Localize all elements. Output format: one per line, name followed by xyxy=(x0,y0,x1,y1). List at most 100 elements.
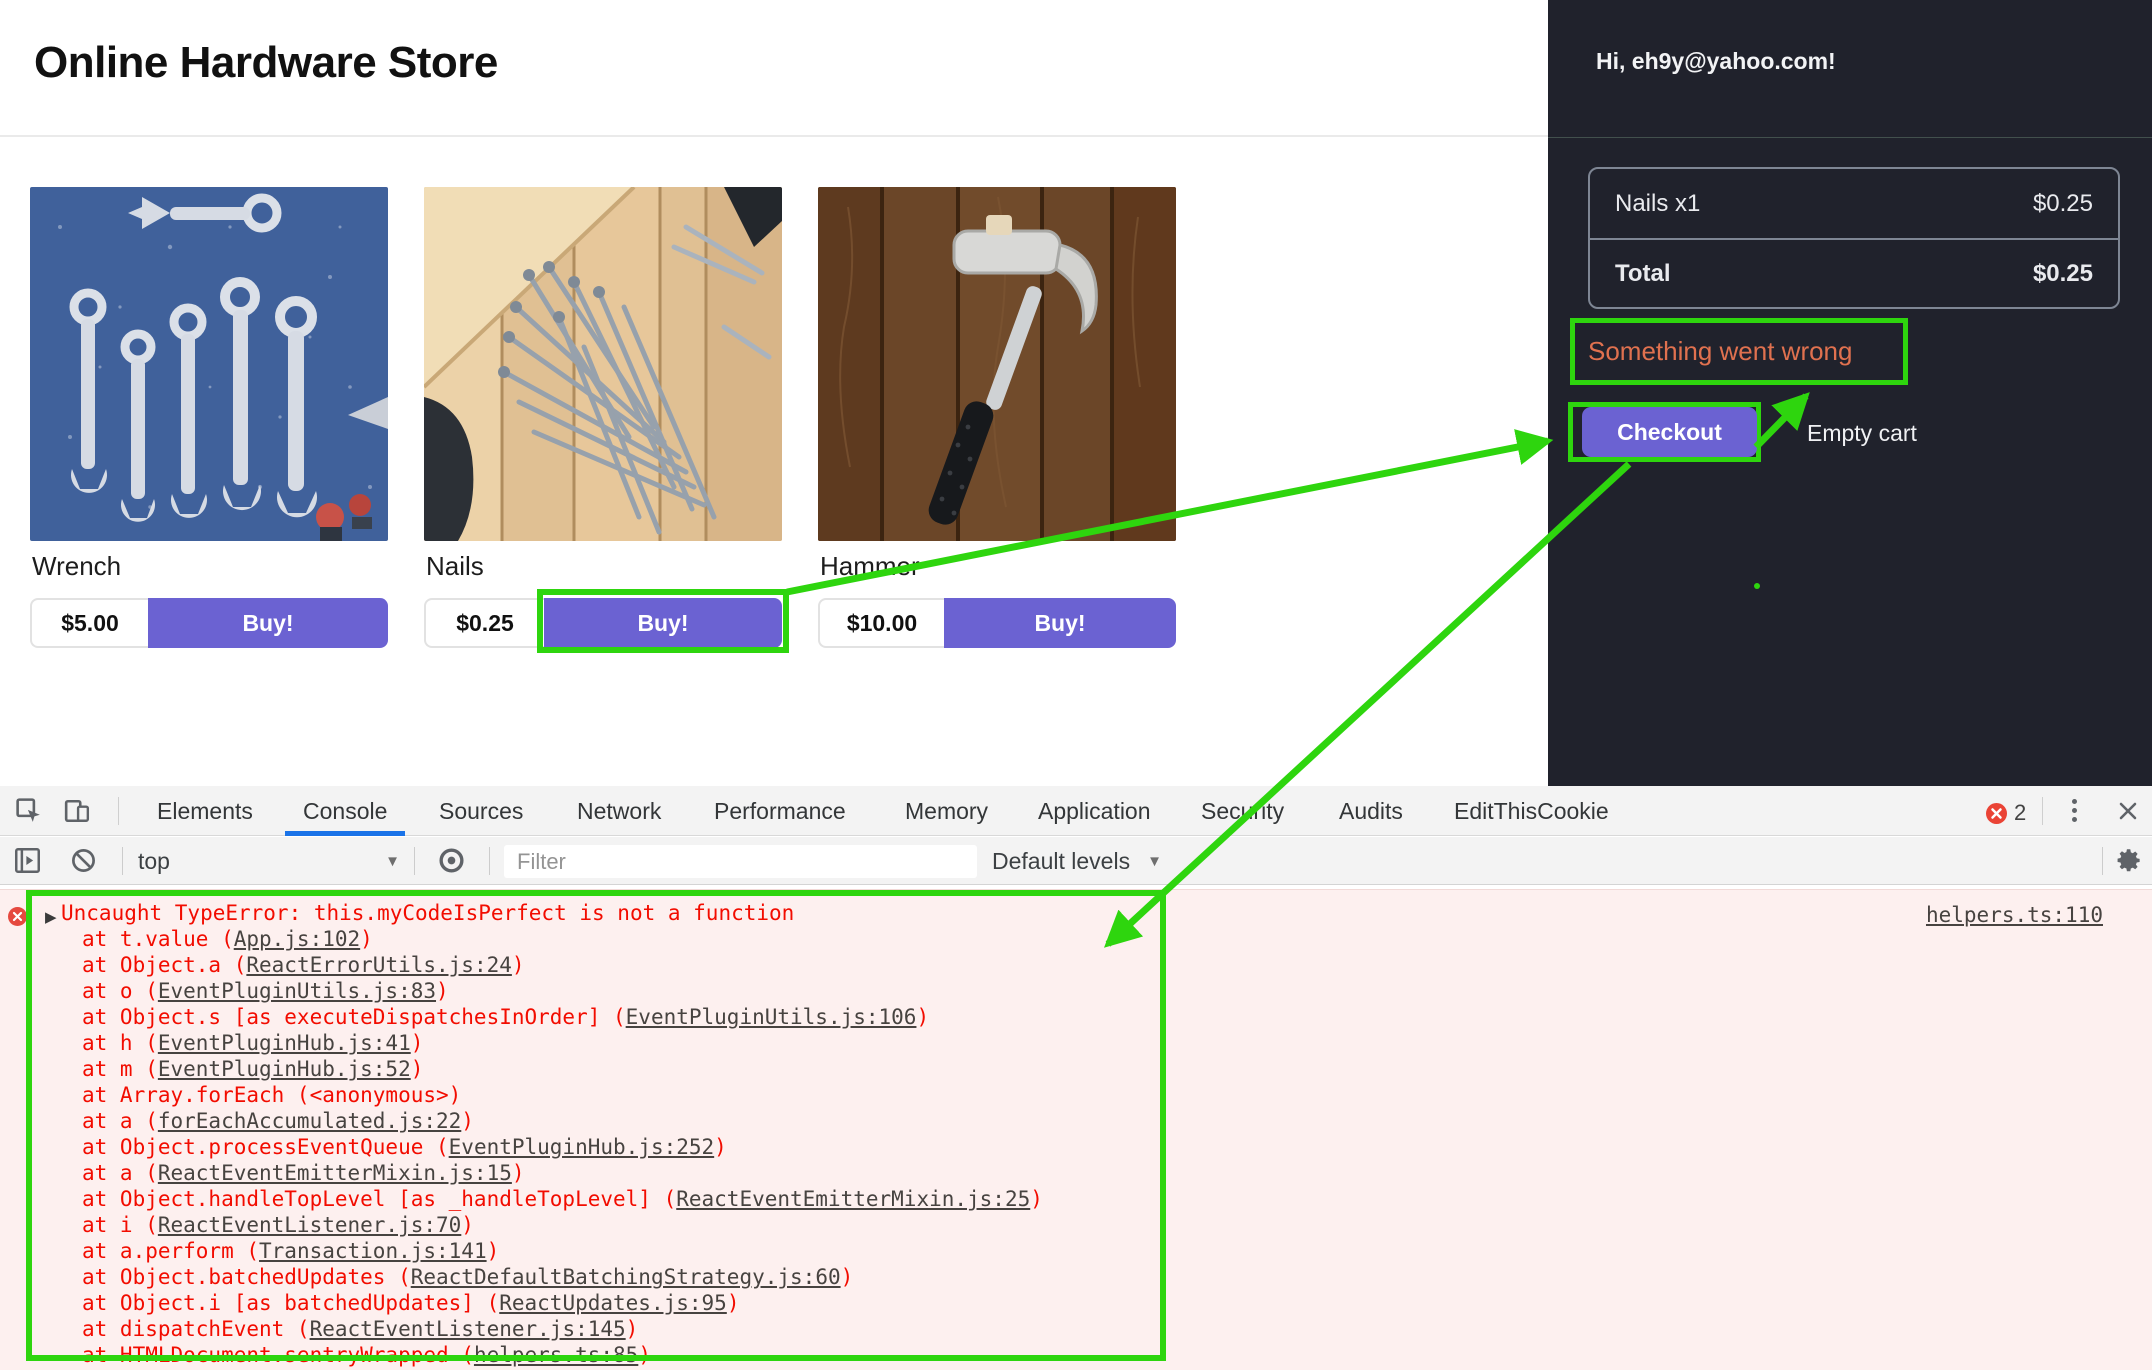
devtools: Elements Console Sources Network Perform… xyxy=(0,786,2152,1370)
stack-frame-source-link[interactable]: EventPluginUtils.js:83 xyxy=(158,979,436,1003)
device-toolbar-icon[interactable] xyxy=(64,798,90,824)
error-source-link[interactable]: helpers.ts:110 xyxy=(1926,902,2103,928)
devtools-menu-icon[interactable] xyxy=(2072,799,2078,822)
toolbar-separator xyxy=(489,847,490,875)
product-name: Hammer xyxy=(820,551,920,582)
stack-frame: at Object.handleTopLevel [as _handleTopL… xyxy=(82,1186,1043,1212)
clear-console-icon[interactable] xyxy=(70,847,97,874)
context-label: top xyxy=(138,848,170,875)
error-count-badge[interactable]: 2 xyxy=(1986,800,2026,826)
buy-button-nails[interactable]: Buy! xyxy=(544,598,782,648)
console-error-icon xyxy=(8,907,27,926)
checkout-button[interactable]: Checkout xyxy=(1582,407,1757,457)
empty-cart-button[interactable]: Empty cart xyxy=(1807,420,1917,447)
tab-console[interactable]: Console xyxy=(303,786,387,836)
console-filter-input[interactable] xyxy=(504,845,977,878)
product-price-row: $5.00 Buy! xyxy=(30,598,388,648)
close-devtools-icon[interactable] xyxy=(2116,799,2140,823)
stack-frame-source-link[interactable]: ReactEventEmitterMixin.js:25 xyxy=(676,1187,1030,1211)
tab-elements[interactable]: Elements xyxy=(157,786,253,836)
product-price-row: $0.25 Buy! xyxy=(424,598,782,648)
stack-frame-source-link[interactable]: EventPluginHub.js:41 xyxy=(158,1031,411,1055)
stack-frame: at Object.batchedUpdates (ReactDefaultBa… xyxy=(82,1264,1043,1290)
execution-context-select[interactable]: top ▼ xyxy=(138,837,400,885)
store-header: Online Hardware Store xyxy=(0,0,1548,137)
product-price: $0.25 xyxy=(424,598,544,648)
stack-frame-source-link[interactable]: App.js:102 xyxy=(234,927,360,951)
tab-security[interactable]: Security xyxy=(1201,786,1284,836)
console-settings-gear-icon[interactable] xyxy=(2116,847,2143,874)
stack-frame-source-link[interactable]: ReactEventListener.js:145 xyxy=(310,1317,626,1341)
toolbar-separator xyxy=(122,847,123,875)
console-stack-trace: at t.value (App.js:102)at Object.a (Reac… xyxy=(82,926,1043,1368)
tab-sources[interactable]: Sources xyxy=(439,786,523,836)
chevron-down-icon: ▼ xyxy=(1147,853,1162,870)
tab-performance[interactable]: Performance xyxy=(714,786,846,836)
cart-total-label: Total xyxy=(1615,260,1671,288)
stack-frame-source-link[interactable]: EventPluginHub.js:252 xyxy=(449,1135,715,1159)
stack-frame: at Object.a (ReactErrorUtils.js:24) xyxy=(82,952,1043,978)
buy-button-wrench[interactable]: Buy! xyxy=(148,598,388,648)
stack-frame-source-link[interactable]: EventPluginHub.js:52 xyxy=(158,1057,411,1081)
tab-audits[interactable]: Audits xyxy=(1339,786,1403,836)
stack-frame: at m (EventPluginHub.js:52) xyxy=(82,1056,1043,1082)
stack-frame-source-link[interactable]: ReactUpdates.js:95 xyxy=(499,1291,727,1315)
tabbar-separator xyxy=(2042,797,2043,825)
stack-frame: at Object.processEventQueue (EventPlugin… xyxy=(82,1134,1043,1160)
product-card-nails: Nails $0.25 Buy! xyxy=(424,187,782,541)
stack-frame: at i (ReactEventListener.js:70) xyxy=(82,1212,1043,1238)
user-greeting: Hi, eh9y@yahoo.com! xyxy=(1596,48,1836,75)
log-levels-dropdown[interactable]: Default levels ▼ xyxy=(992,837,1162,885)
stack-frame-source-link[interactable]: ReactErrorUtils.js:24 xyxy=(246,953,512,977)
cart-table: Nails x1 $0.25 Total $0.25 xyxy=(1588,167,2120,309)
stack-frame: at a (ReactEventEmitterMixin.js:15) xyxy=(82,1160,1043,1186)
stack-frame: at h (EventPluginHub.js:41) xyxy=(82,1030,1043,1056)
stack-frame: at dispatchEvent (ReactEventListener.js:… xyxy=(82,1316,1043,1342)
console-messages: ▶ Uncaught TypeError: this.myCodeIsPerfe… xyxy=(0,885,2152,1370)
cart-item-price: $0.25 xyxy=(2033,190,2093,218)
product-price-row: $10.00 Buy! xyxy=(818,598,1176,648)
product-price: $5.00 xyxy=(30,598,148,648)
tab-editthiscookie[interactable]: EditThisCookie xyxy=(1454,786,1609,836)
toolbar-separator xyxy=(414,847,415,875)
stack-frame: at o (EventPluginUtils.js:83) xyxy=(82,978,1043,1004)
active-tab-underline xyxy=(285,831,405,836)
expand-stack-triangle[interactable]: ▶ xyxy=(45,904,57,930)
console-error-message: Uncaught TypeError: this.myCodeIsPerfect… xyxy=(61,900,794,926)
stack-frame: at Array.forEach (<anonymous>) xyxy=(82,1082,1043,1108)
stray-green-dot xyxy=(1754,583,1760,589)
tab-network[interactable]: Network xyxy=(577,786,661,836)
product-price: $10.00 xyxy=(818,598,944,648)
error-badge-icon xyxy=(1986,803,2007,824)
page-title: Online Hardware Store xyxy=(34,38,498,88)
inspect-element-icon[interactable] xyxy=(16,798,42,824)
tab-application[interactable]: Application xyxy=(1038,786,1151,836)
buy-button-hammer[interactable]: Buy! xyxy=(944,598,1176,648)
log-levels-label: Default levels xyxy=(992,848,1130,875)
stack-frame-source-link[interactable]: ReactEventListener.js:70 xyxy=(158,1213,461,1237)
stack-frame-source-link[interactable]: ReactEventEmitterMixin.js:15 xyxy=(158,1161,512,1185)
stack-frame-source-link[interactable]: forEachAccumulated.js:22 xyxy=(158,1109,461,1133)
live-expression-eye-icon[interactable] xyxy=(438,847,465,874)
hammer-product-image xyxy=(818,187,1176,541)
product-name: Wrench xyxy=(32,551,121,582)
product-card-wrench: Wrench $5.00 Buy! xyxy=(30,187,388,541)
console-toolbar: top ▼ Default levels ▼ xyxy=(0,837,2152,885)
console-sidebar-icon[interactable] xyxy=(14,847,41,874)
cart-panel: Hi, eh9y@yahoo.com! Nails x1 $0.25 Total… xyxy=(1548,0,2152,786)
cart-total-price: $0.25 xyxy=(2033,260,2093,288)
error-badge-count: 2 xyxy=(2014,800,2026,826)
stack-frame-source-link[interactable]: EventPluginUtils.js:106 xyxy=(626,1005,917,1029)
stack-frame: at Object.i [as batchedUpdates] (ReactUp… xyxy=(82,1290,1043,1316)
product-name: Nails xyxy=(426,551,484,582)
chevron-down-icon: ▼ xyxy=(385,853,400,870)
panel-divider xyxy=(1548,137,2152,138)
stack-frame: at HTMLDocument.sentryWrapped (helpers.t… xyxy=(82,1342,1043,1368)
tab-memory[interactable]: Memory xyxy=(905,786,988,836)
cart-error-message: Something went wrong xyxy=(1570,318,1908,385)
stack-frame-source-link[interactable]: Transaction.js:141 xyxy=(259,1239,487,1263)
cart-row-item: Nails x1 $0.25 xyxy=(1590,169,2118,238)
stack-frame-source-link[interactable]: helpers.ts:85 xyxy=(474,1343,638,1367)
stack-frame-source-link[interactable]: ReactDefaultBatchingStrategy.js:60 xyxy=(411,1265,841,1289)
tabbar-separator xyxy=(118,797,119,825)
